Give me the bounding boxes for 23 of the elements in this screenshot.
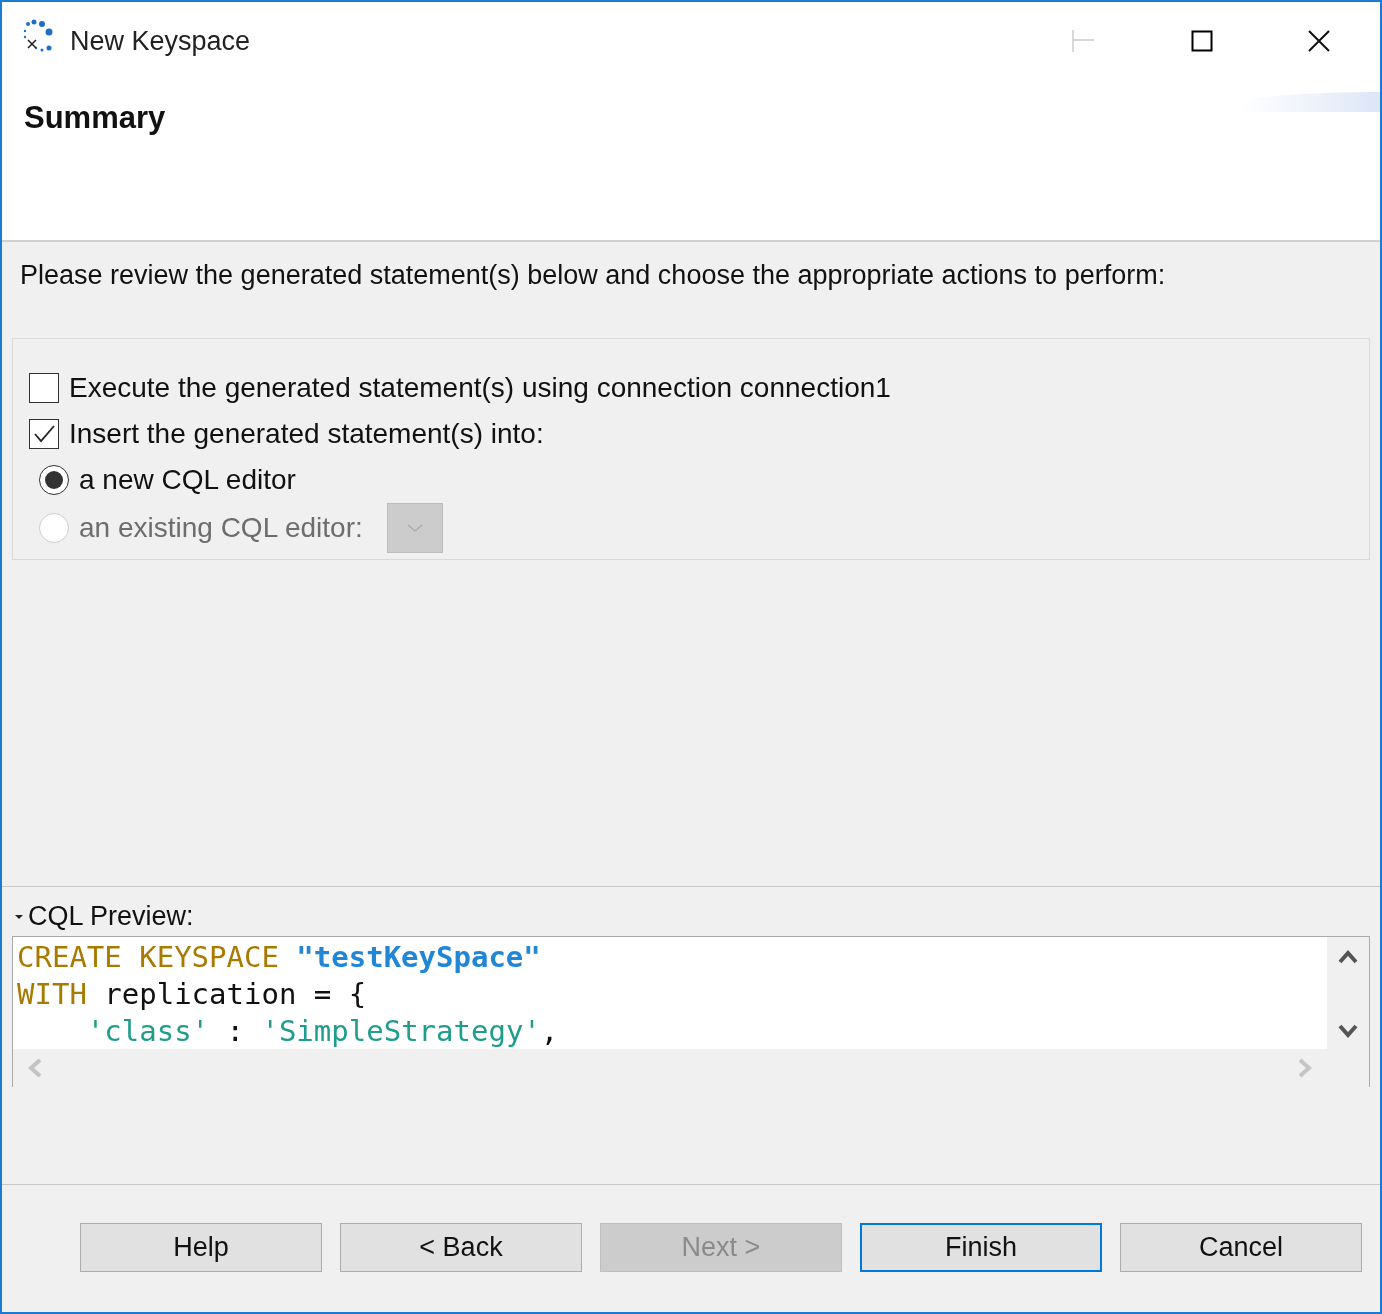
dialog-button[interactable]: < Back: [340, 1223, 582, 1272]
dialog-button[interactable]: Cancel: [1120, 1223, 1362, 1272]
checkbox-option[interactable]: Execute the generated statement(s) using connection connection1: [29, 365, 1353, 411]
instruction-text: Please review the generated statement(s) below and choose the appropriate actions to perform:: [19, 259, 1167, 292]
caret-icon: [405, 523, 424, 533]
dialog-button[interactable]: Help: [80, 1223, 322, 1272]
maximize-icon[interactable]: [1191, 30, 1213, 52]
expand-triangle-icon[interactable]: [14, 912, 24, 921]
checkbox[interactable]: [29, 419, 59, 449]
radio-option[interactable]: a new CQL editor: [39, 457, 296, 503]
dialog-button[interactable]: Finish: [860, 1223, 1102, 1272]
checkbox[interactable]: [29, 373, 59, 403]
preview-label: CQL Preview:: [28, 901, 194, 932]
checkbox-option[interactable]: Insert the generated statement(s) into:: [29, 411, 1353, 457]
code-line: 'class' : 'SimpleStrategy',: [85, 1013, 560, 1049]
radio-button[interactable]: [39, 465, 69, 495]
scroll-up-icon[interactable]: [1338, 949, 1358, 965]
window-title: New Keyspace: [70, 25, 251, 57]
code-line: CREATE KEYSPACE "testKeySpace": [17, 939, 542, 976]
scroll-down-icon[interactable]: [1338, 1023, 1358, 1039]
code-line: WITH replication = {: [17, 976, 368, 1013]
close-icon[interactable]: [1308, 30, 1330, 52]
page-heading: Summary: [24, 100, 166, 136]
